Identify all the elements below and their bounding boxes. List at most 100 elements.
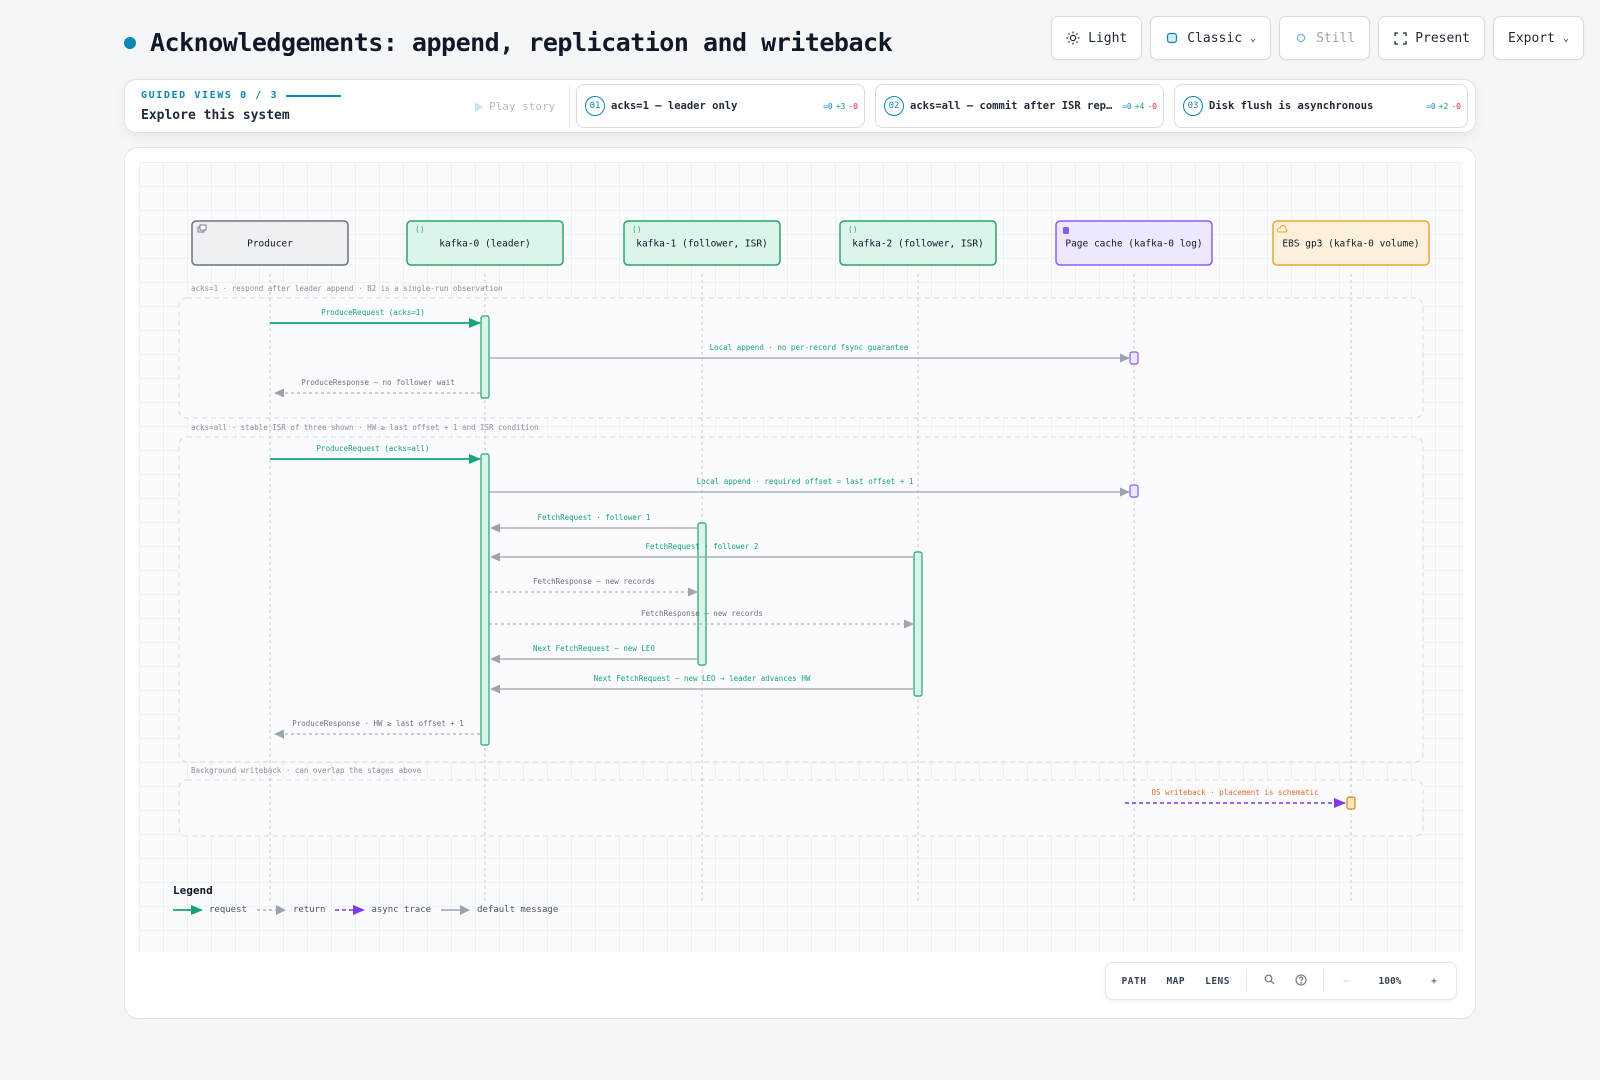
- participant-label: kafka-1 (follower, ISR): [636, 239, 768, 250]
- step-label: acks=1 — leader only: [611, 100, 738, 112]
- activation-bar: [480, 315, 490, 399]
- default-line-icon: [441, 905, 471, 915]
- zoom-out-icon[interactable]: −: [1332, 976, 1360, 987]
- lens-button[interactable]: LENS: [1197, 976, 1238, 987]
- step-stats: =0 +3 -0: [823, 102, 858, 111]
- legend-item-default: default message: [441, 905, 558, 915]
- step-added-count: +3: [835, 101, 846, 111]
- swatch-icon: [1165, 31, 1179, 45]
- theme-button[interactable]: Light: [1051, 16, 1143, 60]
- legend-label: return: [292, 905, 326, 915]
- activation-marker: [1129, 484, 1139, 498]
- help-icon[interactable]: [1287, 973, 1315, 989]
- still-label: Still: [1316, 30, 1356, 46]
- activation-marker: [1129, 351, 1139, 365]
- zoom-in-icon[interactable]: +: [1420, 976, 1448, 987]
- message-label: Local append · no per-record fsync guara…: [710, 343, 909, 352]
- view-controls: PATH MAP LENS − 100% +: [1104, 962, 1457, 1000]
- participant-box[interactable]: Producer: [191, 220, 349, 266]
- participant-box[interactable]: ⟨⟩ kafka-2 (follower, ISR): [839, 220, 997, 266]
- legend-item-request: request: [173, 905, 247, 915]
- legend-items: request return async trace default messa…: [173, 905, 558, 915]
- step-stats: =0 +4 -0: [1122, 102, 1157, 111]
- status-dot: [124, 36, 136, 49]
- message-label: ProduceRequest (acks=1): [321, 308, 425, 317]
- zoom-level: 100%: [1378, 975, 1402, 987]
- participant-label: kafka-0 (leader): [439, 239, 531, 250]
- participant-label: kafka-2 (follower, ISR): [852, 239, 984, 250]
- step-stats: =0 +2 -0: [1426, 102, 1461, 111]
- group-label: acks=all · stable ISR of three shown · H…: [191, 423, 539, 432]
- message-label: ProduceResponse — no follower wait: [301, 378, 455, 387]
- chevron-down-icon: ⌄: [1562, 32, 1569, 44]
- fullscreen-icon: [1393, 31, 1407, 45]
- step-removed-count: -0: [1451, 101, 1461, 111]
- step-removed-count: -0: [1147, 101, 1157, 111]
- style-dropdown[interactable]: Classic ⌄: [1150, 16, 1272, 60]
- message-label: Local append · required offset = last of…: [697, 477, 914, 486]
- legend-title: Legend: [173, 884, 213, 897]
- code-icon: ⟨⟩: [848, 225, 858, 234]
- export-label: Export: [1508, 30, 1555, 46]
- page-header: Acknowledgements: append, replication an…: [124, 28, 893, 57]
- message-label: Next FetchRequest — new LEO: [533, 644, 655, 653]
- divider: [1323, 970, 1324, 992]
- divider: [569, 86, 570, 128]
- participant-box[interactable]: EBS gp3 (kafka-0 volume): [1272, 220, 1430, 266]
- present-label: Present: [1415, 30, 1470, 46]
- play-story-label: Play story: [489, 100, 556, 113]
- participant-label: EBS gp3 (kafka-0 volume): [1282, 239, 1419, 250]
- step-added-count: +4: [1134, 101, 1145, 111]
- step-label: Disk flush is asynchronous: [1209, 100, 1374, 112]
- page-title: Acknowledgements: append, replication an…: [150, 28, 893, 57]
- still-button[interactable]: Still: [1279, 16, 1371, 60]
- activation-marker: [1346, 796, 1356, 810]
- activation-bar: [913, 551, 923, 697]
- guided-step-1[interactable]: 01 acks=1 — leader only =0 +3 -0: [576, 84, 865, 128]
- code-icon: ⟨⟩: [632, 225, 642, 234]
- legend-label: default message: [477, 905, 559, 915]
- message-label: Next FetchRequest — new LEO → leader adv…: [594, 674, 811, 683]
- request-line-icon: [173, 905, 203, 915]
- step-unchanged-count: =0: [823, 101, 833, 111]
- legend-label: async trace: [371, 905, 432, 915]
- code-icon: ⟨⟩: [415, 225, 425, 234]
- guided-views-panel: GUIDED VIEWS 0 / 3 Explore this system P…: [124, 79, 1476, 133]
- database-icon: [1063, 227, 1069, 234]
- step-number: 02: [884, 96, 904, 116]
- group-label: Background writeback · can overlap the s…: [191, 766, 422, 775]
- activation-bar: [480, 453, 490, 746]
- play-icon: [475, 101, 483, 112]
- search-icon[interactable]: [1255, 974, 1283, 988]
- participant-box[interactable]: ⟨⟩ kafka-1 (follower, ISR): [623, 220, 781, 266]
- step-number: 01: [585, 96, 605, 116]
- participant-label: Producer: [247, 239, 293, 250]
- legend-item-return: return: [256, 905, 326, 915]
- present-button[interactable]: Present: [1378, 16, 1485, 60]
- divider: [1246, 970, 1247, 992]
- message-label: OS writeback · placement is schematic: [1151, 788, 1318, 797]
- participant-box[interactable]: ⟨⟩ kafka-0 (leader): [406, 220, 564, 266]
- guided-step-3[interactable]: 03 Disk flush is asynchronous =0 +2 -0: [1174, 84, 1468, 128]
- message-label: FetchResponse — new records: [641, 609, 763, 618]
- step-added-count: +2: [1438, 101, 1449, 111]
- step-unchanged-count: =0: [1426, 101, 1436, 111]
- path-button[interactable]: PATH: [1114, 976, 1155, 987]
- guided-progress-bar: [286, 94, 342, 97]
- step-unchanged-count: =0: [1122, 101, 1132, 111]
- guided-views-label: GUIDED VIEWS 0 / 3: [141, 90, 279, 101]
- message-label: FetchRequest · follower 2: [646, 542, 759, 551]
- legend-label: request: [209, 905, 247, 915]
- play-story-button[interactable]: Play story: [475, 100, 555, 113]
- chevron-down-icon: ⌄: [1250, 32, 1257, 44]
- async-line-icon: [335, 905, 366, 915]
- group-label: acks=1 · respond after leader append · B…: [191, 284, 503, 293]
- diagram-canvas[interactable]: acks=1 · respond after leader append · B…: [124, 147, 1476, 1019]
- message-label: ProduceResponse · HW ≥ last offset + 1: [292, 719, 464, 728]
- step-number: 03: [1183, 96, 1203, 116]
- style-label: Classic: [1187, 30, 1243, 46]
- map-button[interactable]: MAP: [1158, 976, 1193, 987]
- participant-box[interactable]: Page cache (kafka-0 log): [1055, 220, 1213, 266]
- guided-step-2[interactable]: 02 acks=all — commit after ISR replic… =…: [875, 84, 1164, 128]
- export-dropdown[interactable]: Export ⌄: [1493, 16, 1584, 60]
